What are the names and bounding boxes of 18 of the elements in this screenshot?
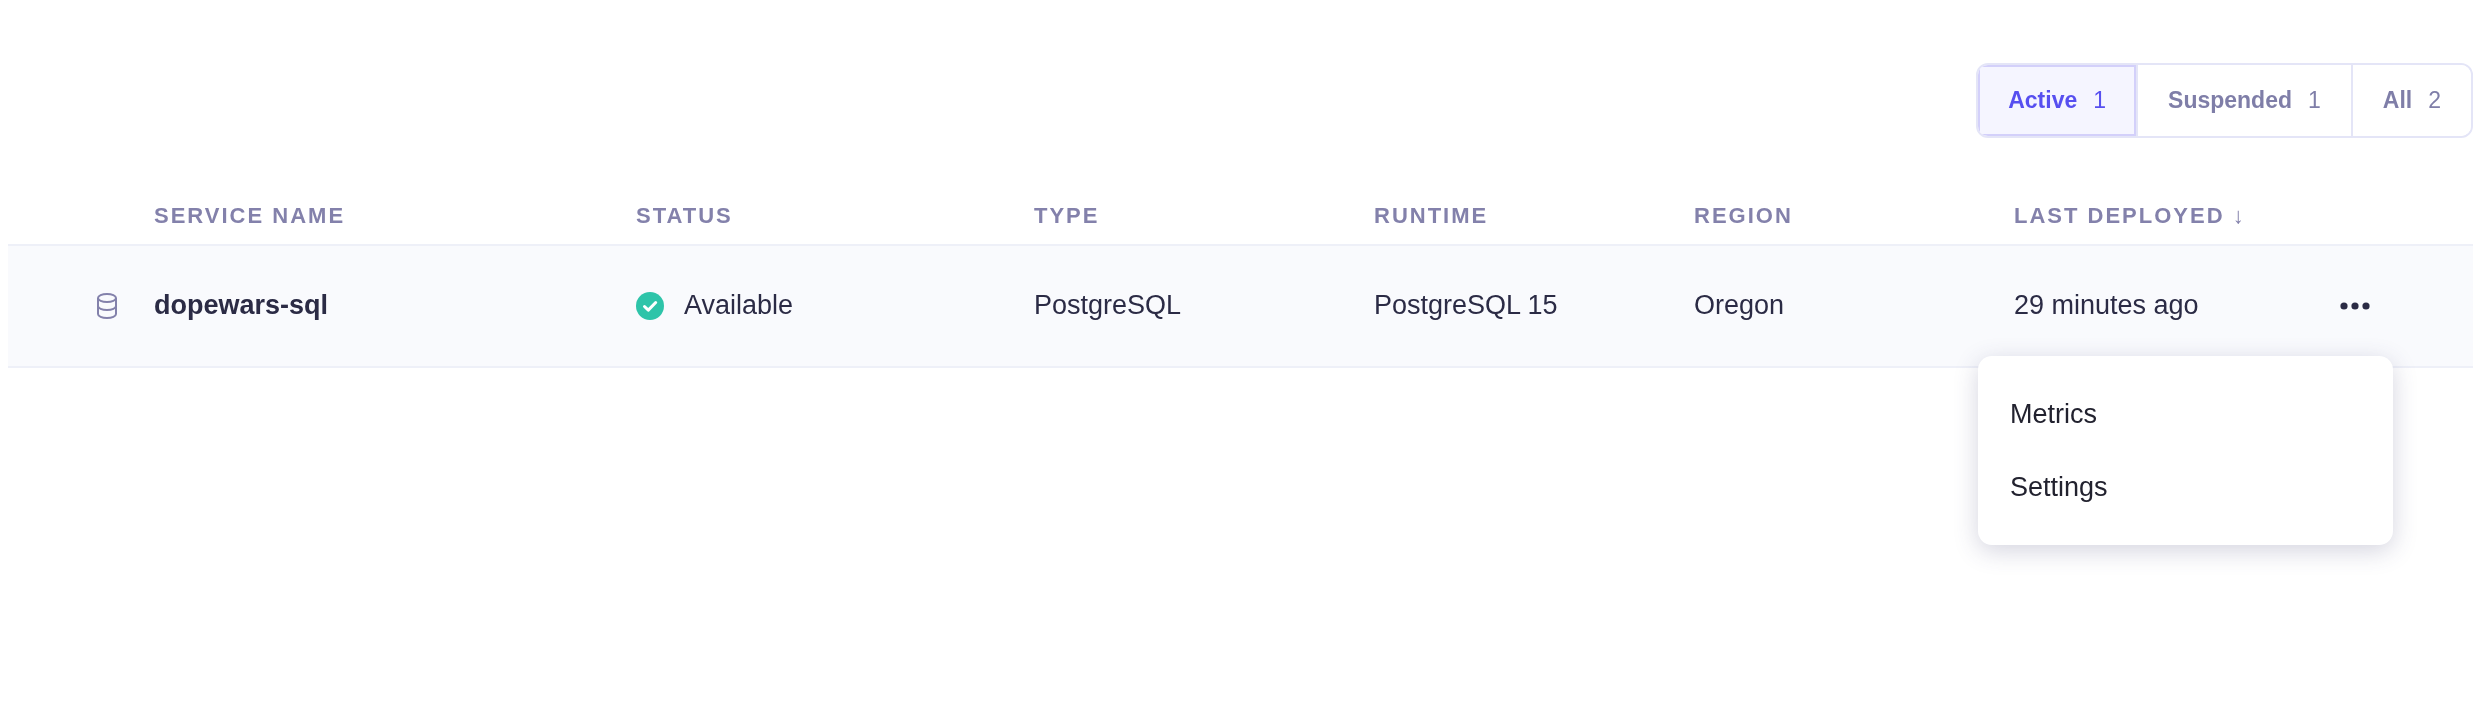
database-icon	[96, 292, 118, 319]
more-icon	[2340, 301, 2370, 310]
column-header: REGION	[1694, 202, 1794, 230]
column-header: SERVICE NAME	[154, 202, 347, 230]
menu-item[interactable]: Metrics	[1978, 378, 2393, 451]
column-header: STATUS	[636, 202, 734, 230]
table-cell-text: Oregon	[1694, 289, 1786, 323]
column-header[interactable]: LAST DEPLOYED ↓	[2014, 199, 2334, 232]
menu-item[interactable]: Settings	[1978, 450, 2393, 523]
table-cell-text: PostgreSQL	[1034, 289, 1183, 323]
status-text: Available	[684, 289, 794, 323]
column-header: TYPE	[1034, 202, 1101, 230]
filter-tab[interactable]: Active 1	[1978, 65, 2137, 136]
table-cell-text: 29 minutes ago	[2014, 289, 2200, 323]
service-name[interactable]: dopewars-sql	[154, 285, 636, 326]
column-header: RUNTIME	[1374, 202, 1490, 230]
table-cell-text: PostgreSQL 15	[1374, 289, 1559, 323]
filter-tab[interactable]: All 2	[2350, 65, 2471, 136]
